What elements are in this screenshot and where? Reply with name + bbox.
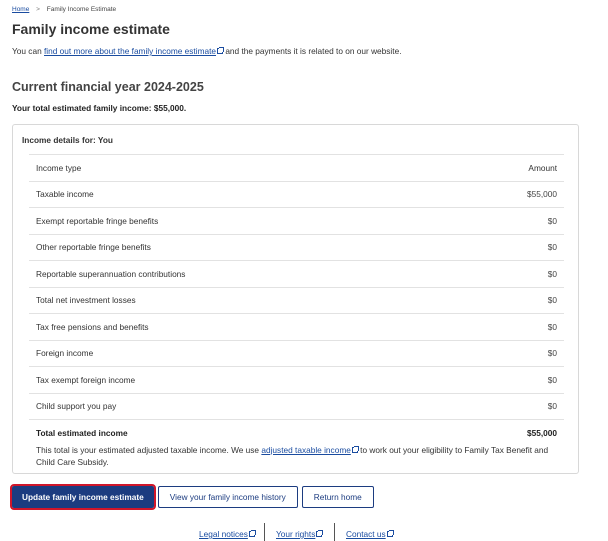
page-title: Family income estimate bbox=[12, 21, 170, 37]
income-amount: $0 bbox=[547, 295, 557, 306]
table-row: Total net investment losses $0 bbox=[29, 286, 564, 314]
income-amount: $0 bbox=[547, 321, 557, 332]
income-type: Total net investment losses bbox=[36, 295, 136, 306]
table-row: Exempt reportable fringe benefits $0 bbox=[29, 207, 564, 234]
income-type: Taxable income bbox=[36, 189, 94, 200]
total-note-prefix: This total is your estimated adjusted ta… bbox=[36, 444, 262, 455]
breadcrumb: Home > Family Income Estimate bbox=[12, 6, 116, 13]
total-label: Total estimated income bbox=[36, 427, 128, 438]
action-buttons: Update family income estimate View your … bbox=[10, 484, 374, 510]
contact-us-link[interactable]: Contact us bbox=[346, 529, 394, 539]
return-home-button[interactable]: Return home bbox=[301, 486, 374, 508]
external-link-icon bbox=[248, 530, 256, 537]
your-rights-link[interactable]: Your rights bbox=[276, 529, 324, 539]
income-type: Other reportable fringe benefits bbox=[36, 242, 151, 253]
update-family-income-estimate-button[interactable]: Update family income estimate bbox=[10, 484, 156, 510]
intro-suffix: and the payments it is related to on our… bbox=[223, 46, 402, 56]
view-income-history-button[interactable]: View your family income history bbox=[157, 486, 298, 508]
table-row: Foreign income $0 bbox=[29, 339, 564, 367]
income-type: Reportable superannuation contributions bbox=[36, 268, 186, 279]
income-amount: $0 bbox=[547, 374, 557, 385]
external-link-icon bbox=[217, 47, 225, 54]
breadcrumb-home-link[interactable]: Home bbox=[12, 6, 29, 13]
income-type: Child support you pay bbox=[36, 401, 117, 412]
financial-year-heading: Current financial year 2024-2025 bbox=[12, 80, 204, 94]
income-amount: $0 bbox=[547, 268, 557, 279]
income-amount: $0 bbox=[547, 242, 557, 253]
intro-prefix: You can bbox=[12, 46, 44, 56]
income-table-header: Income type Amount bbox=[29, 154, 564, 181]
income-type: Tax exempt foreign income bbox=[36, 374, 136, 385]
footer-divider bbox=[334, 523, 335, 541]
adjusted-taxable-income-link-label: adjusted taxable income bbox=[261, 444, 351, 455]
legal-notices-label: Legal notices bbox=[199, 529, 248, 539]
external-link-icon bbox=[386, 530, 394, 537]
table-row: Other reportable fringe benefits $0 bbox=[29, 233, 564, 261]
income-amount: $0 bbox=[547, 215, 557, 226]
income-details-card: Income details for: You Income type Amou… bbox=[12, 124, 579, 474]
family-income-estimate-info-link[interactable]: find out more about the family income es… bbox=[44, 46, 225, 56]
table-row: Tax free pensions and benefits $0 bbox=[29, 313, 564, 340]
external-link-icon bbox=[316, 530, 324, 537]
income-type: Exempt reportable fringe benefits bbox=[36, 215, 159, 226]
income-type-column-header: Income type bbox=[36, 162, 82, 173]
total-amount: $55,000 bbox=[527, 427, 557, 438]
adjusted-taxable-income-link[interactable]: adjusted taxable income bbox=[261, 444, 359, 455]
table-row: Reportable superannuation contributions $… bbox=[29, 260, 564, 287]
your-rights-label: Your rights bbox=[276, 529, 316, 539]
table-row: Taxable income $55,000 bbox=[29, 180, 564, 208]
total-explanation: This total is your estimated adjusted ta… bbox=[29, 444, 564, 469]
contact-us-label: Contact us bbox=[346, 529, 386, 539]
family-income-estimate-info-link-label: find out more about the family income es… bbox=[44, 46, 217, 56]
income-details-title: Income details for: You bbox=[22, 135, 113, 145]
footer: Legal notices Your rights Contact us bbox=[0, 520, 608, 541]
breadcrumb-separator: > bbox=[36, 6, 40, 13]
legal-notices-link[interactable]: Legal notices bbox=[199, 529, 256, 539]
income-type: Tax free pensions and benefits bbox=[36, 321, 149, 332]
total-estimated-income-row: Total estimated income $55,000 bbox=[29, 419, 564, 446]
amount-column-header: Amount bbox=[528, 162, 557, 173]
total-income-summary: Your total estimated family income: $55,… bbox=[12, 103, 187, 113]
external-link-icon bbox=[351, 445, 359, 453]
table-row: Child support you pay $0 bbox=[29, 392, 564, 420]
breadcrumb-current: Family Income Estimate bbox=[46, 6, 117, 13]
income-amount: $0 bbox=[547, 348, 557, 359]
income-table: Income type Amount Taxable income $55,000… bbox=[29, 154, 564, 469]
income-amount: $55,000 bbox=[527, 189, 557, 200]
footer-divider bbox=[264, 523, 265, 541]
income-amount: $0 bbox=[547, 401, 557, 412]
income-type: Foreign income bbox=[36, 348, 94, 359]
intro-text: You can find out more about the family i… bbox=[12, 46, 402, 56]
table-row: Tax exempt foreign income $0 bbox=[29, 366, 564, 393]
